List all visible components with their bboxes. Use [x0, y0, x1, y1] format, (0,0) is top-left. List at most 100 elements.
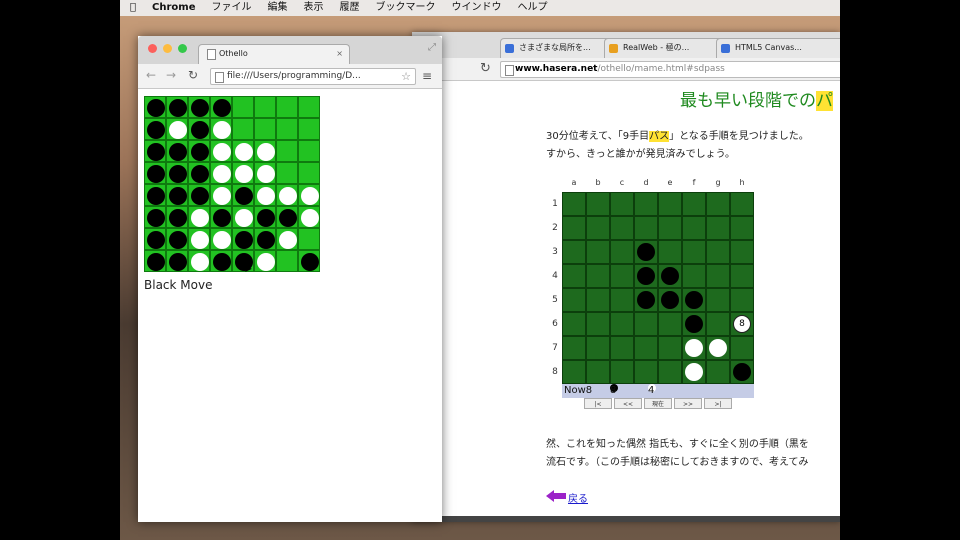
board-cell[interactable] [610, 288, 634, 312]
board-cell[interactable] [144, 96, 166, 118]
board-cell[interactable] [562, 192, 586, 216]
board-cell[interactable] [232, 96, 254, 118]
bookmark-star-icon[interactable]: ☆ [401, 69, 411, 84]
reload-icon[interactable]: ↻ [480, 61, 491, 76]
board-cell[interactable] [276, 228, 298, 250]
board-cell[interactable] [634, 240, 658, 264]
board-cell[interactable] [298, 206, 320, 228]
board-cell[interactable] [188, 184, 210, 206]
board-cell[interactable] [634, 312, 658, 336]
board-cell[interactable] [298, 228, 320, 250]
article-othello-board[interactable]: 8 [562, 192, 754, 384]
board-cell[interactable] [586, 216, 610, 240]
board-cell[interactable] [682, 312, 706, 336]
board-cell[interactable] [706, 288, 730, 312]
board-cell[interactable] [276, 162, 298, 184]
board-cell[interactable] [706, 192, 730, 216]
board-cell[interactable] [658, 312, 682, 336]
menu-bookmarks[interactable]: ブックマーク [367, 0, 443, 16]
board-cell[interactable] [730, 288, 754, 312]
board-cell[interactable] [298, 184, 320, 206]
menu-edit[interactable]: 編集 [259, 0, 295, 16]
board-cell[interactable] [210, 118, 232, 140]
back-link-text[interactable]: 戻る [568, 494, 588, 505]
board-cell[interactable] [276, 96, 298, 118]
board-cell[interactable] [276, 250, 298, 272]
board-cell[interactable] [730, 264, 754, 288]
menu-file[interactable]: ファイル [203, 0, 259, 16]
board-cell[interactable] [562, 216, 586, 240]
board-cell[interactable] [232, 162, 254, 184]
board-cell[interactable] [706, 240, 730, 264]
board-cell[interactable] [634, 288, 658, 312]
board-cell[interactable] [254, 118, 276, 140]
board-cell[interactable] [586, 264, 610, 288]
board-cell[interactable] [634, 192, 658, 216]
board-cell[interactable] [298, 250, 320, 272]
front-address-bar[interactable]: file:///Users/programming/D... ☆ [210, 68, 416, 85]
board-cell[interactable] [562, 288, 586, 312]
tab-close-icon[interactable]: × [336, 45, 343, 63]
board-cell[interactable] [706, 264, 730, 288]
board-cell[interactable] [210, 250, 232, 272]
board-cell[interactable] [706, 216, 730, 240]
board-cell[interactable] [634, 216, 658, 240]
board-cell[interactable] [210, 184, 232, 206]
board-cell[interactable] [658, 336, 682, 360]
board-cell[interactable] [166, 118, 188, 140]
board-cell[interactable] [144, 206, 166, 228]
board-cell[interactable] [254, 206, 276, 228]
board-cell[interactable] [210, 96, 232, 118]
board-cell[interactable] [254, 140, 276, 162]
board-cell[interactable] [586, 312, 610, 336]
board-cell[interactable] [730, 360, 754, 384]
board-cell[interactable] [254, 96, 276, 118]
board-cell[interactable] [610, 336, 634, 360]
board-cell[interactable] [634, 360, 658, 384]
board-cell[interactable] [188, 140, 210, 162]
board-cell[interactable] [276, 206, 298, 228]
board-cell[interactable] [730, 240, 754, 264]
back-link[interactable]: 戻る [546, 490, 588, 505]
board-cell[interactable] [562, 312, 586, 336]
board-cell[interactable] [254, 228, 276, 250]
board-cell[interactable] [276, 118, 298, 140]
zoom-window-icon[interactable] [178, 44, 187, 53]
board-cell[interactable] [232, 118, 254, 140]
board-cell[interactable] [188, 118, 210, 140]
board-cell[interactable] [298, 162, 320, 184]
board-cell[interactable] [658, 192, 682, 216]
board-cell[interactable] [634, 336, 658, 360]
board-cell[interactable] [730, 216, 754, 240]
board-cell[interactable] [682, 192, 706, 216]
board-cell[interactable] [610, 360, 634, 384]
board-cell[interactable] [276, 140, 298, 162]
back-tab-3[interactable]: HTML5 Canvas... × [716, 38, 840, 59]
minimize-window-icon[interactable] [163, 44, 172, 53]
board-cell[interactable] [706, 312, 730, 336]
board-cell[interactable] [298, 118, 320, 140]
board-cell[interactable] [144, 140, 166, 162]
board-cell[interactable] [610, 216, 634, 240]
nav-last-button[interactable]: >| [704, 398, 732, 409]
board-cell[interactable] [166, 184, 188, 206]
back-tab-2[interactable]: RealWeb - 極の... × [604, 38, 732, 59]
nav-next-button[interactable]: >> [674, 398, 702, 409]
board-cell[interactable] [254, 162, 276, 184]
tab-othello[interactable]: Othello × [198, 44, 350, 65]
nav-first-button[interactable]: |< [584, 398, 612, 409]
board-cell[interactable] [166, 96, 188, 118]
board-cell[interactable] [658, 216, 682, 240]
board-cell[interactable] [562, 264, 586, 288]
board-cell[interactable] [254, 250, 276, 272]
board-cell[interactable] [232, 140, 254, 162]
board-cell[interactable] [586, 192, 610, 216]
nav-current-button[interactable]: 現在 [644, 398, 672, 409]
board-cell[interactable] [610, 264, 634, 288]
forward-nav-icon[interactable]: → [166, 68, 176, 82]
menu-help[interactable]: ヘルプ [509, 0, 555, 16]
board-cell[interactable] [658, 264, 682, 288]
board-cell[interactable] [166, 228, 188, 250]
close-window-icon[interactable] [148, 44, 157, 53]
nav-prev-button[interactable]: << [614, 398, 642, 409]
